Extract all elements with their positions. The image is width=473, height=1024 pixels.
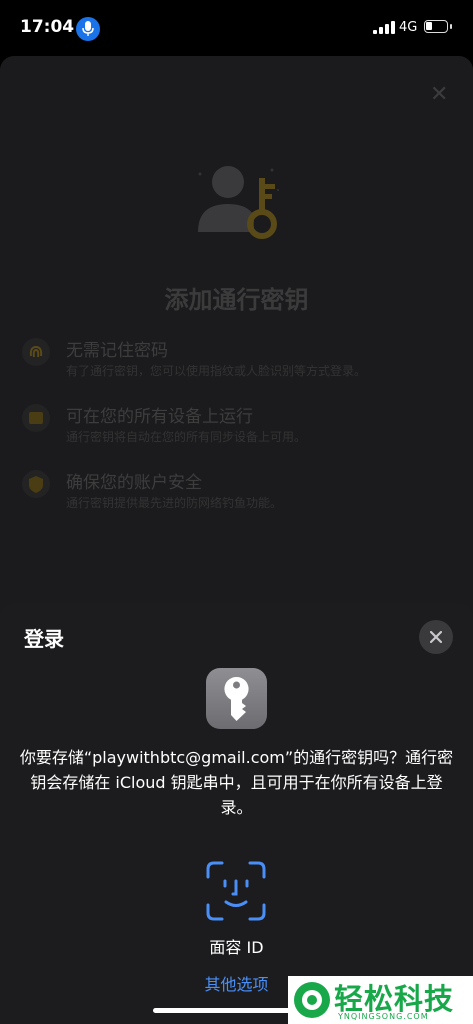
sheet-title: 登录 — [24, 627, 64, 651]
feature-subtitle: 通行密钥提供最先进的防网络钓鱼功能。 — [66, 496, 283, 510]
status-bar: 17:04 4G — [0, 0, 473, 56]
feature-title: 无需记住密码 — [66, 341, 168, 361]
feature-item: 无需记住密码 有了通行密钥，您可以使用指纹或人脸识别等方式登录。 — [16, 334, 456, 394]
key-icon — [224, 677, 249, 721]
microphone-icon — [76, 17, 100, 41]
battery-icon — [424, 20, 452, 33]
passkey-message: 你要存储“playwithbtc@gmail.com”的通行密钥吗？通行密钥会存… — [19, 748, 454, 817]
face-id-icon[interactable] — [206, 861, 266, 921]
devices-icon — [22, 404, 50, 432]
feature-subtitle: 有了通行密钥，您可以使用指纹或人脸识别等方式登录。 — [66, 364, 367, 378]
feature-title: 确保您的账户安全 — [66, 473, 202, 493]
close-button[interactable] — [419, 620, 453, 654]
watermark: 轻松科技 YNQINGSONG.COM — [288, 976, 473, 1024]
feature-title: 可在您的所有设备上运行 — [66, 407, 253, 427]
home-indicator[interactable] — [153, 1008, 293, 1013]
watermark-subtext: YNQINGSONG.COM — [338, 1012, 429, 1021]
face-id-label: 面容 ID — [209, 938, 264, 957]
close-icon — [430, 631, 442, 643]
fingerprint-icon — [22, 338, 50, 366]
network-type: 4G — [399, 20, 418, 35]
close-icon: ✕ — [430, 82, 449, 107]
feature-item: 确保您的账户安全 通行密钥提供最先进的防网络钓鱼功能。 — [16, 466, 456, 526]
feature-item: 可在您的所有设备上运行 通行密钥将自动在您的所有同步设备上可用。 — [16, 400, 456, 460]
cellular-signal-icon — [373, 21, 395, 34]
passkey-sheet: 登录 你要存储“playwithbtc@gmail.com”的通行密钥吗？通行密… — [0, 603, 473, 1024]
user-key-icon — [198, 166, 279, 239]
shield-icon — [22, 470, 50, 498]
watermark-logo — [294, 982, 330, 1018]
feature-subtitle: 通行密钥将自动在您的所有同步设备上可用。 — [66, 430, 307, 444]
keychain-app-icon — [206, 668, 267, 729]
intro-title: 添加通行密钥 — [164, 286, 309, 314]
status-time: 17:04 — [20, 17, 75, 37]
